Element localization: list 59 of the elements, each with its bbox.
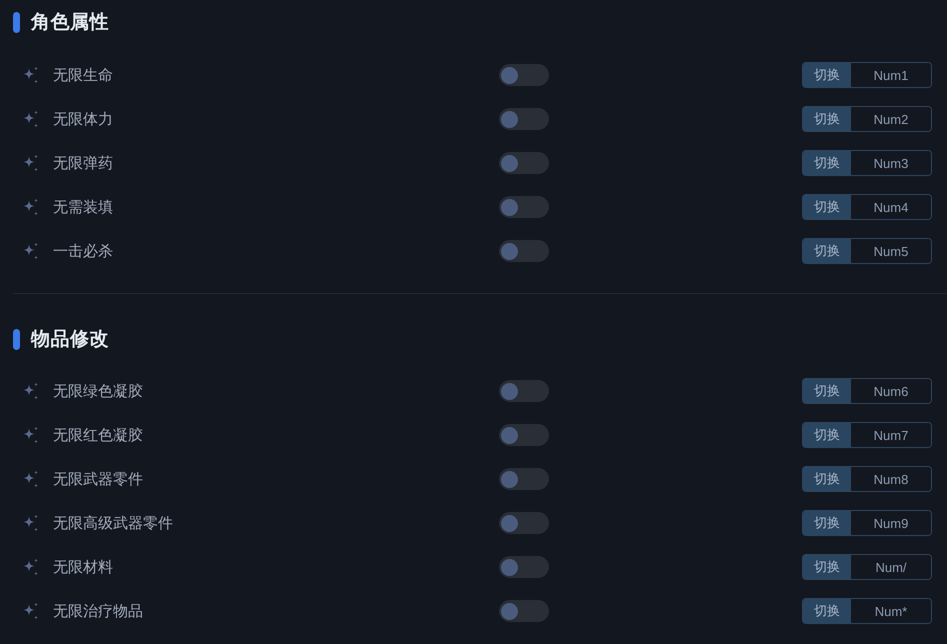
sparkle-icon — [22, 470, 40, 488]
mode-label: 切换 — [803, 379, 851, 403]
mode-label: 切换 — [803, 555, 851, 579]
feature-label: 无限弹药 — [53, 154, 113, 172]
mode-label: 切换 — [803, 239, 851, 263]
mode-label: 切换 — [803, 63, 851, 87]
sparkle-icon — [22, 382, 40, 400]
toggle-switch[interactable] — [499, 196, 549, 218]
feature-label: 无限高级武器零件 — [53, 514, 173, 532]
toggle-switch[interactable] — [499, 512, 549, 534]
feature-label: 一击必杀 — [53, 242, 113, 260]
toggle-switch[interactable] — [499, 108, 549, 130]
mode-label: 切换 — [803, 423, 851, 447]
sparkle-icon — [22, 426, 40, 444]
hotkey-field[interactable]: 切换 Num1 — [802, 62, 932, 88]
section-title: 角色属性 — [31, 11, 109, 35]
feature-label: 无限材料 — [53, 558, 113, 576]
sparkle-icon — [22, 154, 40, 172]
toggle-switch[interactable] — [499, 152, 549, 174]
hotkey-field[interactable]: 切换 Num9 — [802, 510, 932, 536]
sparkle-icon — [22, 558, 40, 576]
toggle-switch[interactable] — [499, 600, 549, 622]
feature-label: 无限生命 — [53, 66, 113, 84]
sparkle-icon — [22, 242, 40, 260]
feature-label: 无限红色凝胶 — [53, 426, 143, 444]
mode-label: 切换 — [803, 107, 851, 131]
toggle-switch[interactable] — [499, 468, 549, 490]
feature-label: 无限体力 — [53, 110, 113, 128]
sparkle-icon — [22, 110, 40, 128]
feature-label: 无限治疗物品 — [53, 602, 143, 620]
section-title: 物品修改 — [31, 328, 109, 352]
hotkey-field[interactable]: 切换 Num6 — [802, 378, 932, 404]
accent-bar — [13, 328, 20, 350]
hotkey-field[interactable]: 切换 Num4 — [802, 194, 932, 220]
hotkey-field[interactable]: 切换 Num* — [802, 598, 932, 624]
mode-label: 切换 — [803, 599, 851, 623]
accent-bar — [13, 12, 20, 32]
hotkey-field[interactable]: 切换 Num3 — [802, 150, 932, 176]
toggle-switch[interactable] — [499, 64, 549, 86]
feature-label: 无限绿色凝胶 — [53, 382, 143, 400]
hotkey-field[interactable]: 切换 Num2 — [802, 106, 932, 132]
toggle-switch[interactable] — [499, 424, 549, 446]
sparkle-icon — [22, 198, 40, 216]
hotkey-field[interactable]: 切换 Num8 — [802, 466, 932, 492]
mode-label: 切换 — [803, 511, 851, 535]
toggle-switch[interactable] — [499, 380, 549, 402]
mode-label: 切换 — [803, 151, 851, 175]
sparkle-icon — [22, 66, 40, 84]
feature-label: 无限武器零件 — [53, 470, 143, 488]
toggle-switch[interactable] — [499, 556, 549, 578]
mode-label: 切换 — [803, 467, 851, 491]
sparkle-icon — [22, 602, 40, 620]
toggle-switch[interactable] — [499, 240, 549, 262]
sparkle-icon — [22, 514, 40, 532]
mode-label: 切换 — [803, 195, 851, 219]
hotkey-field[interactable]: 切换 Num5 — [802, 238, 932, 264]
hotkey-field[interactable]: 切换 Num7 — [802, 422, 932, 448]
feature-label: 无需装填 — [53, 198, 113, 216]
hotkey-field[interactable]: 切换 Num/ — [802, 554, 932, 580]
